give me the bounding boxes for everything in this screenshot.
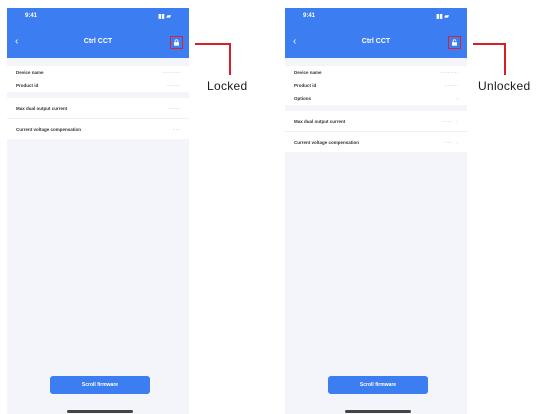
info-list: Device name ············ Product id ····… — [285, 66, 467, 105]
list-item: Device name ············ — [7, 66, 189, 79]
info-list: Device name ············ Product id ····… — [7, 66, 189, 92]
row-value: ······· — [442, 118, 453, 124]
row-value: ····· — [172, 126, 181, 132]
row-value: ········ — [168, 105, 180, 111]
chevron-right-icon: › — [456, 96, 459, 101]
list-item: Product id ········· — [7, 79, 189, 92]
firmware-button[interactable]: Scroll firmware — [50, 376, 150, 394]
settings-list: Max dual output current ········ Current… — [7, 98, 189, 139]
list-item: Max dual output current ········ — [7, 98, 189, 118]
row-label: Current voltage compensation — [16, 126, 82, 132]
list-item[interactable]: Options › — [285, 92, 467, 105]
row-label: Max dual output current — [294, 118, 346, 124]
row-value: ····· — [445, 139, 453, 145]
callout-line — [195, 43, 230, 45]
lock-icon[interactable] — [170, 36, 183, 49]
list-item[interactable]: Max dual output current ······· › — [285, 111, 467, 131]
status-time: 9:41 — [303, 13, 316, 19]
row-value: ········· — [444, 83, 459, 88]
row-value: ············ — [162, 70, 180, 75]
app-bar: 9:41 ▮▮ ▰ ‹ Ctrl CCT — [285, 8, 467, 58]
home-indicator — [67, 410, 133, 413]
callout-line — [229, 43, 231, 75]
row-label: Device name — [294, 70, 322, 75]
status-time: 9:41 — [25, 13, 38, 19]
callout-line — [504, 43, 506, 75]
list-item: Device name ············ — [285, 66, 467, 79]
chevron-right-icon: › — [456, 139, 459, 145]
firmware-button[interactable]: Scroll firmware — [328, 376, 428, 394]
settings-list: Max dual output current ······· › Current… — [285, 111, 467, 152]
list-item[interactable]: Current voltage compensation ····· › — [285, 131, 467, 152]
status-icons: ▮▮ ▰ — [158, 14, 171, 20]
locked-label: Locked — [207, 79, 248, 93]
row-label: Product id — [16, 83, 39, 88]
list-item: Current voltage compensation ····· — [7, 118, 189, 139]
row-value: ············ — [440, 70, 458, 75]
unlocked-label: Unlocked — [478, 79, 531, 93]
phone-screen-unlocked: 9:41 ▮▮ ▰ ‹ Ctrl CCT Device name ·······… — [285, 8, 467, 414]
row-label: Current voltage compensation — [294, 139, 360, 145]
home-indicator — [345, 410, 411, 413]
phone-screen-locked: 9:41 ▮▮ ▰ ‹ Ctrl CCT Device name ·······… — [7, 8, 189, 414]
chevron-right-icon: › — [456, 118, 459, 124]
page-title: Ctrl CCT — [361, 38, 391, 45]
row-value: ········· — [166, 83, 181, 88]
row-label: Options — [294, 96, 311, 101]
row-label: Max dual output current — [16, 105, 68, 111]
status-icons: ▮▮ ▰ — [436, 14, 449, 20]
row-label: Device name — [16, 70, 44, 75]
app-bar: 9:41 ▮▮ ▰ ‹ Ctrl CCT — [7, 8, 189, 58]
page-title: Ctrl CCT — [83, 38, 113, 45]
unlock-icon[interactable] — [448, 36, 461, 49]
row-label: Product id — [294, 83, 317, 88]
list-item: Product id ········· — [285, 79, 467, 92]
callout-line — [473, 43, 505, 45]
